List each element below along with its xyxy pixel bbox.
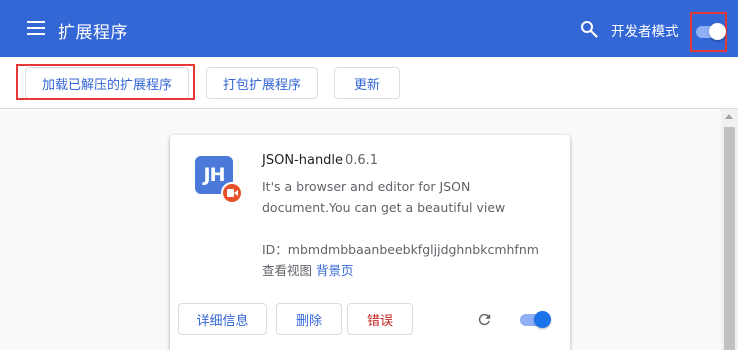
pack-extension-button[interactable]: 打包扩展程序 xyxy=(206,67,318,99)
developer-mode-toggle[interactable] xyxy=(696,23,726,40)
toggle-knob xyxy=(534,311,551,328)
toggle-knob xyxy=(709,23,726,40)
errors-button[interactable]: 错误 xyxy=(347,303,413,335)
extension-name: JSON-handle xyxy=(262,153,344,168)
details-button[interactable]: 详细信息 xyxy=(178,303,267,335)
remove-button[interactable]: 删除 xyxy=(276,303,342,335)
developer-mode-highlight xyxy=(690,12,727,52)
menu-icon[interactable] xyxy=(27,21,45,35)
extension-enable-toggle[interactable] xyxy=(520,311,551,328)
reload-icon[interactable] xyxy=(476,311,493,328)
scrollbar[interactable] xyxy=(721,109,738,350)
developer-mode-label: 开发者模式 xyxy=(611,24,679,40)
page-title: 扩展程序 xyxy=(58,23,128,43)
scroll-up-arrow-icon[interactable] xyxy=(725,114,733,119)
extension-card: JH JSON-handle 0.6.1 It's a browser and … xyxy=(170,135,570,350)
inspect-views: 查看视图 背景页 xyxy=(262,260,354,279)
inspect-views-label: 查看视图 xyxy=(262,263,313,278)
extension-description: It's a browser and editor for JSON docum… xyxy=(262,179,506,215)
load-unpacked-button[interactable]: 加载已解压的扩展程序 xyxy=(25,67,189,99)
background-page-link[interactable]: 背景页 xyxy=(316,263,354,278)
update-button[interactable]: 更新 xyxy=(334,67,400,99)
extension-version: 0.6.1 xyxy=(345,153,379,168)
toolbar: 加载已解压的扩展程序 打包扩展程序 更新 xyxy=(0,57,738,109)
app-header: 扩展程序 开发者模式 xyxy=(0,0,738,57)
scroll-thumb[interactable] xyxy=(724,127,735,350)
extension-id: ID：mbmdmbbaanbeebkfgljjdghnbkcmhfnm xyxy=(262,242,539,257)
search-icon[interactable] xyxy=(580,20,598,38)
video-badge-icon xyxy=(221,182,243,204)
extension-logo-icon: JH xyxy=(195,156,243,204)
